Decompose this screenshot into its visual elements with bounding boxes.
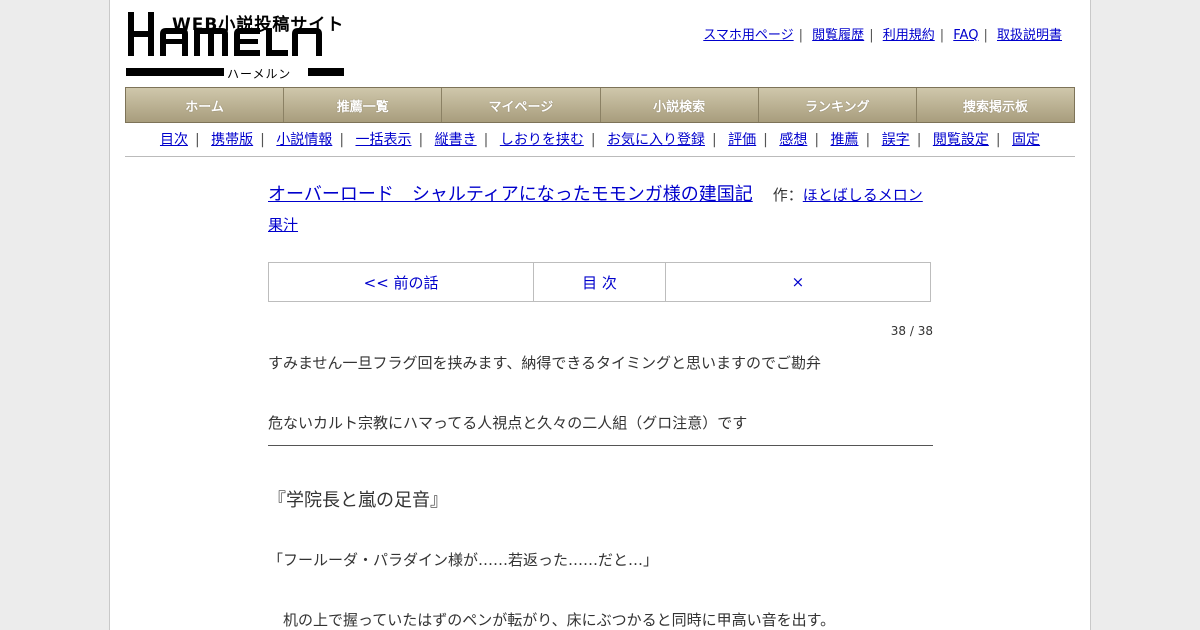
subnav-show-all[interactable]: 一括表示 — [355, 132, 411, 148]
subnav-comments[interactable]: 感想 — [779, 132, 807, 148]
subnav-mobile[interactable]: 携帯版 — [211, 132, 253, 148]
page-count: 38 / 38 — [890, 324, 933, 338]
novel-header: オーバーロード シャルティアになったモモンガ様の建国記 作：ほとばしるメロン果汁 — [268, 180, 933, 240]
sub-nav: 目次 | 携帯版 | 小説情報 | 一括表示 | 縦書き | しおりを挟む | お気に入り登… — [125, 129, 1075, 157]
chapter-navigation: << 前の話 目 次 × — [268, 262, 931, 302]
author-label: 作： — [772, 186, 803, 204]
toc-link[interactable]: 目 次 — [534, 263, 666, 301]
nav-search[interactable]: 小説検索 — [601, 88, 759, 122]
preface-divider — [268, 445, 933, 446]
chapter-title: 『学院長と嵐の足音』 — [268, 490, 448, 511]
logo-reading: ハーメルン — [227, 67, 292, 81]
prev-chapter-link[interactable]: << 前の話 — [269, 263, 535, 301]
subnav-rating[interactable]: 評価 — [728, 132, 756, 148]
subnav-recommend[interactable]: 推薦 — [831, 132, 859, 148]
main-nav: ホーム 推薦一覧 マイページ 小説検索 ランキング 捜索掲示板 — [125, 87, 1075, 123]
next-chapter-link[interactable]: × — [666, 263, 930, 301]
subnav-vertical[interactable]: 縦書き — [435, 132, 477, 148]
preface-line: 危ないカルト宗教にハマってる人視点と久々の二人組（グロ注意）です — [268, 414, 748, 432]
subnav-pin[interactable]: 固定 — [1012, 132, 1040, 148]
subnav-toc[interactable]: 目次 — [160, 132, 188, 148]
link-manual[interactable]: 取扱説明書 — [997, 28, 1062, 43]
logo-tagline: WEB小説投稿サイト — [172, 15, 345, 35]
preface-line: すみません一旦フラグ回を挟みます、納得できるタイミングと思いますのでご勘弁 — [268, 354, 822, 372]
nav-mypage[interactable]: マイページ — [442, 88, 601, 122]
link-terms[interactable]: 利用規約 — [883, 28, 935, 43]
novel-title-link[interactable]: オーバーロード シャルティアになったモモンガ様の建国記 — [268, 184, 753, 205]
nav-ranking[interactable]: ランキング — [759, 88, 917, 122]
link-smartphone-page[interactable]: スマホ用ページ — [703, 28, 793, 43]
nav-search-board[interactable]: 捜索掲示板 — [917, 88, 1074, 122]
chapter-content: オーバーロード シャルティアになったモモンガ様の建国記 作：ほとばしるメロン果汁 … — [268, 180, 933, 629]
nav-recommendations[interactable]: 推薦一覧 — [284, 88, 443, 122]
subnav-novel-info[interactable]: 小説情報 — [276, 132, 332, 148]
link-faq[interactable]: FAQ — [953, 28, 978, 43]
subnav-view-settings[interactable]: 閲覧設定 — [933, 132, 989, 148]
top-links: スマホ用ページ | 閲覧履歴 | 利用規約 | FAQ | 取扱説明書 — [703, 28, 1062, 43]
link-history[interactable]: 閲覧履歴 — [812, 28, 864, 43]
site-logo[interactable]: WEB小説投稿サイト ハーメルン — [126, 10, 346, 81]
page-container: WEB小説投稿サイト ハーメルン スマホ用ページ | 閲覧履歴 | 利用規約 | FA… — [109, 0, 1091, 630]
subnav-bookmark[interactable]: しおりを挟む — [500, 132, 584, 148]
nav-home[interactable]: ホーム — [126, 88, 285, 122]
body-paragraph: 「フールーダ・パラダイン様が……若返った……だと…」 — [268, 551, 659, 569]
body-paragraph: 机の上で握っていたはずのペンが転がり、床にぶつかると同時に甲高い音を出す。 — [268, 611, 836, 629]
subnav-favorite[interactable]: お気に入り登録 — [607, 132, 705, 148]
subnav-typo[interactable]: 誤字 — [882, 132, 910, 148]
